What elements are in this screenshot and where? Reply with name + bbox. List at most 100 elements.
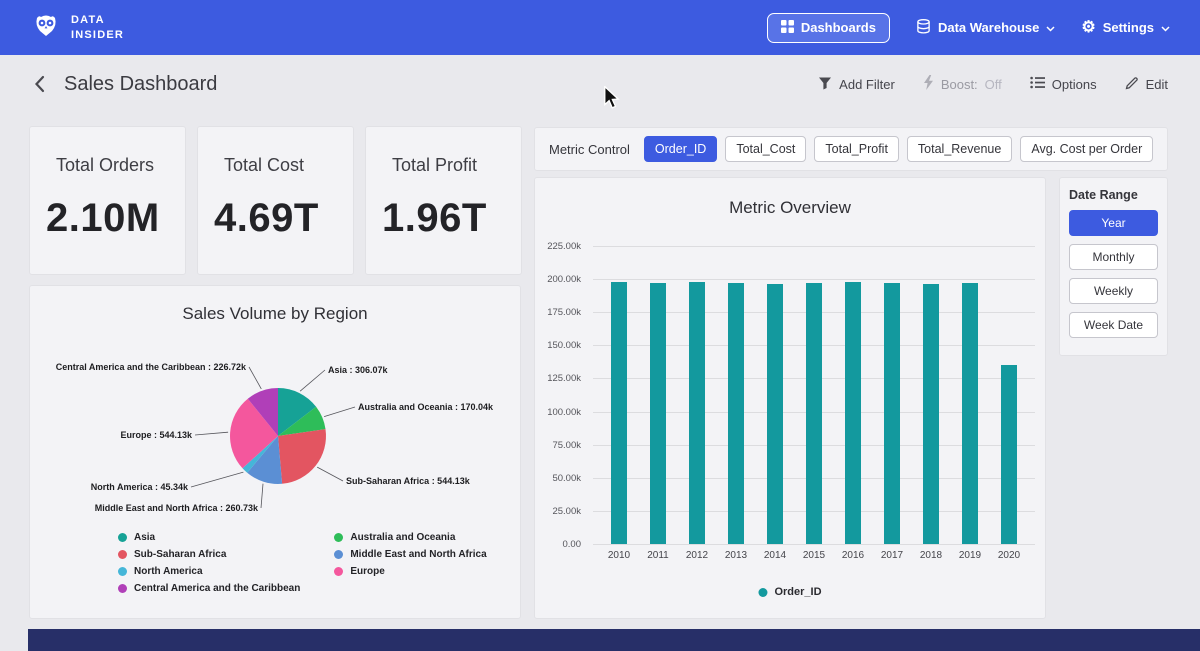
nav-data-warehouse-label: Data Warehouse <box>938 20 1039 35</box>
y-tick-label: 175.00k <box>547 307 581 318</box>
x-tick-label: 2015 <box>794 550 834 561</box>
add-filter-label: Add Filter <box>839 77 895 92</box>
database-icon <box>916 19 931 37</box>
x-tick-label: 2019 <box>950 550 990 561</box>
legend-label: Asia <box>134 532 155 543</box>
bar-2014 <box>767 284 783 544</box>
y-tick-label: 100.00k <box>547 407 581 418</box>
date-button-week-date[interactable]: Week Date <box>1069 312 1158 338</box>
bar-2011 <box>650 283 666 544</box>
gear-icon: ⚙ <box>1081 20 1095 36</box>
pie-callout-label: North America : 45.34k <box>91 482 189 492</box>
y-tick-label: 50.00k <box>552 473 581 484</box>
x-tick-label: 2016 <box>833 550 873 561</box>
bar-2017 <box>884 283 900 544</box>
bar-plot: 2010201120122013201420152016201720182019… <box>593 246 1035 544</box>
footer-strip <box>28 629 1200 651</box>
y-tick-label: 75.00k <box>552 440 581 451</box>
edit-button[interactable]: Edit <box>1125 76 1168 93</box>
pie-legend-item: Asia <box>118 532 300 543</box>
x-tick-label: 2020 <box>989 550 1029 561</box>
bar-y-axis: 0.00 25.00k 50.00k 75.00k 100.00k 125.00k 150.… <box>535 246 587 556</box>
brand-text: DATA INSIDER <box>71 13 124 43</box>
kpi-card-total-orders: Total Orders 2.10M <box>30 127 185 274</box>
sales-dashboard-page: DATA INSIDER Dashboards <box>0 0 1200 651</box>
nav-data-warehouse-button[interactable]: Data Warehouse <box>916 19 1055 37</box>
nav-dashboards-button[interactable]: Dashboards <box>767 13 890 43</box>
pie-callout-label: Middle East and North Africa : 260.73k <box>95 503 259 513</box>
pie-legend-column: Australia and Oceania Middle East and Nor… <box>334 532 486 594</box>
bar-chart-title: Metric Overview <box>535 178 1045 218</box>
nav-dashboards-label: Dashboards <box>801 20 876 35</box>
pie-legend-item: North America <box>118 566 300 577</box>
metric-button-order-id[interactable]: Order_ID <box>644 136 717 162</box>
chevron-down-icon <box>1161 20 1170 35</box>
pencil-icon <box>1125 76 1139 93</box>
bar-legend: Order_ID <box>758 586 821 598</box>
metric-button-total-revenue[interactable]: Total_Revenue <box>907 136 1012 162</box>
metric-button-avg-cost[interactable]: Avg. Cost per Order <box>1020 136 1153 162</box>
page-title: Sales Dashboard <box>64 73 217 96</box>
header-actions: Add Filter Boost: Off Options <box>818 75 1168 93</box>
x-tick-label: 2012 <box>677 550 717 561</box>
page-header: Sales Dashboard Add Filter Boost: Off <box>0 55 1200 113</box>
brand[interactable]: DATA INSIDER <box>30 9 124 46</box>
boost-bolt-icon <box>923 75 934 93</box>
navbar-menu: Dashboards Data Warehouse ⚙ Settings <box>767 13 1170 43</box>
legend-label: North America <box>134 566 203 577</box>
date-button-monthly[interactable]: Monthly <box>1069 244 1158 270</box>
list-icon <box>1030 76 1045 92</box>
pie-callout-line <box>261 484 263 508</box>
y-tick-label: 25.00k <box>552 506 581 517</box>
kpi-value: 2.10M <box>46 196 185 241</box>
kpi-card-total-cost: Total Cost 4.69T <box>198 127 353 274</box>
legend-label: Europe <box>350 566 384 577</box>
y-tick-label: 125.00k <box>547 373 581 384</box>
options-label: Options <box>1052 77 1097 92</box>
pie-legend: AsiaSub-Saharan AfricaNorth AmericaCentr… <box>118 532 487 594</box>
x-tick-label: 2017 <box>872 550 912 561</box>
pie-legend-item: Central America and the Caribbean <box>118 583 300 594</box>
kpi-card-total-profit: Total Profit 1.96T <box>366 127 521 274</box>
metric-button-total-profit[interactable]: Total_Profit <box>814 136 899 162</box>
kpi-value: 1.96T <box>382 196 521 241</box>
kpi-value: 4.69T <box>214 196 353 241</box>
y-tick-label: 200.00k <box>547 274 581 285</box>
bar-legend-dot <box>758 588 767 597</box>
bar-2016 <box>845 282 861 544</box>
x-tick-label: 2010 <box>599 550 639 561</box>
bar-2012 <box>689 282 705 544</box>
y-tick-label: 0.00 <box>563 539 582 550</box>
bar-legend-label: Order_ID <box>774 586 821 598</box>
date-range-title: Date Range <box>1069 188 1158 202</box>
back-button[interactable] <box>28 73 50 95</box>
legend-dot <box>334 533 343 542</box>
options-button[interactable]: Options <box>1030 76 1097 92</box>
boost-label: Boost: <box>941 77 978 92</box>
legend-dot <box>118 567 127 576</box>
metric-button-total-cost[interactable]: Total_Cost <box>725 136 806 162</box>
pie-callout-line <box>195 432 228 435</box>
nav-settings-button[interactable]: ⚙ Settings <box>1081 20 1170 36</box>
chevron-down-icon <box>1046 20 1055 35</box>
bar-2018 <box>923 284 939 544</box>
date-button-year[interactable]: Year <box>1069 210 1158 236</box>
add-filter-button[interactable]: Add Filter <box>818 76 895 93</box>
pie-callout-label: Sub-Saharan Africa : 544.13k <box>346 476 471 486</box>
date-button-weekly[interactable]: Weekly <box>1069 278 1158 304</box>
y-tick-label: 150.00k <box>547 340 581 351</box>
edit-label: Edit <box>1146 77 1168 92</box>
pie-legend-item: Middle East and North Africa <box>334 549 486 560</box>
bar-2010 <box>611 282 627 544</box>
pie-legend-item: Australia and Oceania <box>334 532 486 543</box>
nav-settings-label: Settings <box>1103 20 1154 35</box>
pie-callout-label: Europe : 544.13k <box>120 430 193 440</box>
metric-control-bar: Metric Control Order_ID Total_Cost Total… <box>535 128 1167 170</box>
pie-callout-line <box>249 367 261 389</box>
legend-label: Central America and the Caribbean <box>134 583 300 594</box>
x-tick-label: 2018 <box>911 550 951 561</box>
pie-slice-2 <box>278 429 326 484</box>
pie-callout-label: Asia : 306.07k <box>328 365 389 375</box>
legend-dot <box>334 550 343 559</box>
boost-toggle[interactable]: Boost: Off <box>923 75 1002 93</box>
